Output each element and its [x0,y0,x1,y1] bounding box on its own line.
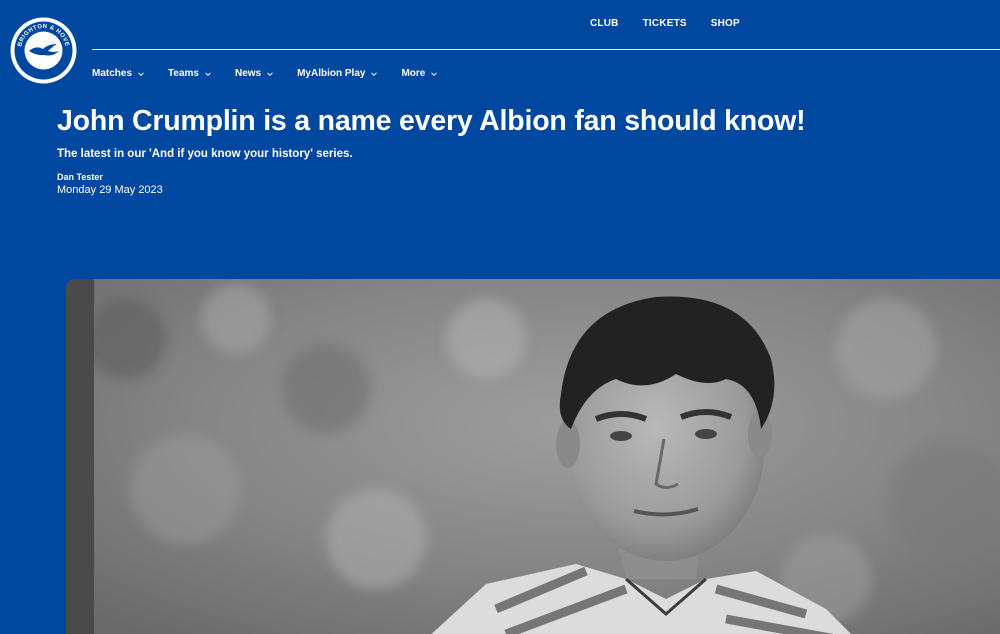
nav-item-matches[interactable]: Matches [92,66,145,82]
chevron-down-icon [370,70,378,78]
nav-link-tickets[interactable]: TICKETS [631,17,699,31]
nav-item-label: Matches [92,68,133,79]
article-date: Monday 29 May 2023 [57,184,163,196]
article-title: John Crumplin is a name every Albion fan… [57,105,806,137]
chevron-down-icon [204,70,212,78]
chevron-down-icon [137,70,145,78]
main-nav: Matches Teams News MyAlbion Play More [92,66,461,82]
nav-item-myalbion-play[interactable]: MyAlbion Play [297,66,378,82]
nav-item-label: More [401,68,426,79]
article-author[interactable]: Dan Tester [57,171,103,183]
nav-item-news[interactable]: News [235,66,274,82]
nav-divider [92,49,1000,50]
article-hero-image [66,279,1000,634]
club-crest-logo[interactable]: BRIGHTON & HOVE ALBION [10,17,77,84]
nav-item-label: MyAlbion Play [297,68,366,79]
nav-link-shop[interactable]: SHOP [699,17,752,31]
nav-item-label: Teams [168,68,199,79]
article-page: BRIGHTON & HOVE ALBION CLUB TICKETS SHOP… [0,0,1000,634]
brighton-crest-icon: BRIGHTON & HOVE ALBION [10,17,77,84]
nav-item-label: News [234,68,262,79]
article-standfirst: The latest in our 'And if you know your … [57,148,353,160]
nav-link-club[interactable]: CLUB [578,17,631,31]
nav-item-teams[interactable]: Teams [168,66,212,82]
nav-item-more[interactable]: More [401,66,438,82]
chevron-down-icon [430,70,438,78]
footballer-photo [66,279,1000,634]
chevron-down-icon [266,70,274,78]
utility-nav: CLUB TICKETS SHOP [578,17,752,31]
